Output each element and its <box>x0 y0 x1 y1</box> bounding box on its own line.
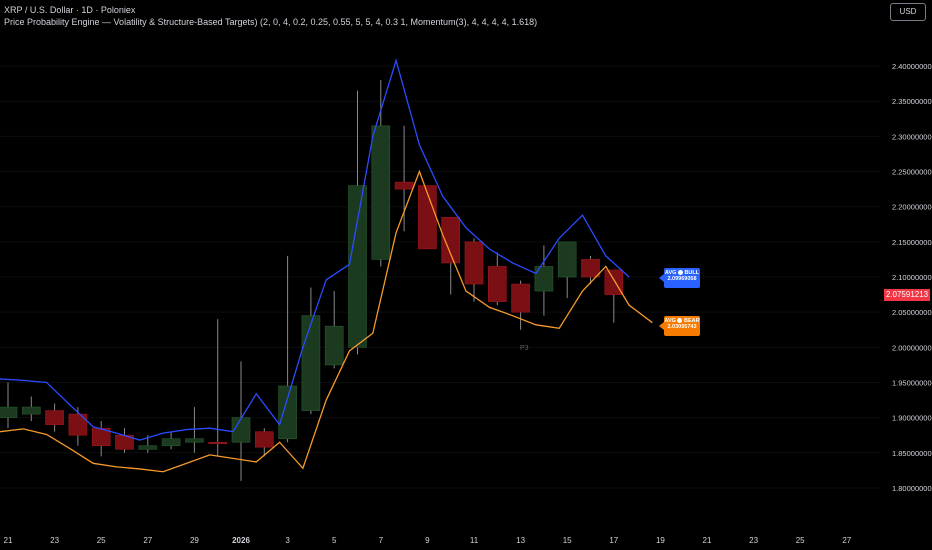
candle-down <box>511 283 530 313</box>
price-tick-label: 2.35000000 <box>892 97 932 106</box>
candle-up <box>348 185 367 348</box>
candle-up <box>161 438 181 447</box>
price-tick-label: 2.10000000 <box>892 273 932 282</box>
price-axis[interactable]: 2.40000000 2.35000000 2.30000000 2.25000000… <box>892 62 932 493</box>
price-chart[interactable]: 2.40000000 2.35000000 2.30000000 2.25000000… <box>0 0 932 550</box>
bull-label-name: BULL <box>684 270 700 276</box>
price-tick-label: 1.90000000 <box>892 414 932 423</box>
bear-label-title: AVG <box>664 318 676 324</box>
bear-label-value: 2.03095743 <box>667 324 697 331</box>
candle-down <box>394 181 414 190</box>
price-tick-label: 1.80000000 <box>892 484 932 493</box>
date-tick-label: 2026 <box>232 536 250 545</box>
currency-button[interactable]: USD <box>890 3 926 21</box>
candle-down <box>208 441 227 445</box>
date-tick-label: 25 <box>796 536 805 545</box>
coin-icon <box>677 318 683 324</box>
candle-up <box>138 445 158 450</box>
candle-down <box>45 410 64 425</box>
pivot-marker: P3 <box>520 345 529 352</box>
date-tick-label: 5 <box>332 536 337 545</box>
time-axis[interactable]: 21 23 25 27 29 2026 3 5 7 9 11 13 15 17 19 21 23 25 27 <box>4 536 852 545</box>
price-tick-label: 2.05000000 <box>892 308 932 317</box>
price-tick-label: 1.85000000 <box>892 449 932 458</box>
avg-bull-label: AVG BULL 2.09969058 <box>659 268 700 288</box>
price-tick-label: 2.40000000 <box>892 62 932 71</box>
date-tick-label: 9 <box>425 536 430 545</box>
candle-down <box>68 413 88 436</box>
date-tick-label: 21 <box>4 536 13 545</box>
candle-up <box>301 315 321 411</box>
date-tick-label: 19 <box>656 536 665 545</box>
date-tick-label: 21 <box>703 536 712 545</box>
date-tick-label: 13 <box>516 536 525 545</box>
date-tick-label: 11 <box>470 536 479 545</box>
bear-label-name: BEAR <box>683 318 700 324</box>
candle-up <box>557 241 577 278</box>
date-tick-label: 27 <box>143 536 152 545</box>
candle-up <box>185 438 204 443</box>
candle-up <box>371 125 391 260</box>
date-tick-label: 23 <box>50 536 59 545</box>
candle-down <box>464 241 484 285</box>
chart-gridlines <box>0 65 880 489</box>
coin-icon <box>677 270 683 276</box>
date-tick-label: 17 <box>609 536 618 545</box>
date-tick-label: 25 <box>97 536 106 545</box>
date-tick-label: 3 <box>285 536 290 545</box>
indicator-legend[interactable]: Price Probability Engine — Volatility & … <box>4 17 537 27</box>
candle-up <box>324 325 344 366</box>
bull-label-title: AVG <box>664 270 677 276</box>
date-tick-label: 27 <box>842 536 851 545</box>
price-tick-label: 1.95000000 <box>892 378 932 387</box>
date-tick-label: 29 <box>190 536 199 545</box>
bull-label-value: 2.09969058 <box>667 276 697 283</box>
price-tick-label: 2.00000000 <box>892 343 932 352</box>
candle-down <box>255 431 274 448</box>
price-tick-label: 2.30000000 <box>892 132 932 141</box>
price-tick-label: 2.25000000 <box>892 168 932 177</box>
current-price-label: 2.07591213 <box>884 289 930 301</box>
avg-bear-label: AVG BEAR 2.03095743 <box>659 316 700 336</box>
candle-wicks <box>7 80 615 481</box>
date-tick-label: 15 <box>563 536 572 545</box>
date-tick-label: 7 <box>379 536 384 545</box>
avg-bear-line <box>0 169 653 473</box>
price-tick-label: 2.20000000 <box>892 203 932 212</box>
candle-up <box>0 406 18 418</box>
candle-up <box>21 406 41 415</box>
date-tick-label: 23 <box>749 536 758 545</box>
symbol-title[interactable]: XRP / U.S. Dollar · 1D · Poloniex <box>4 5 135 15</box>
candle-down <box>581 259 600 278</box>
candle-down <box>487 266 507 302</box>
candle-up <box>278 385 297 440</box>
price-tick-label: 2.15000000 <box>892 238 932 247</box>
